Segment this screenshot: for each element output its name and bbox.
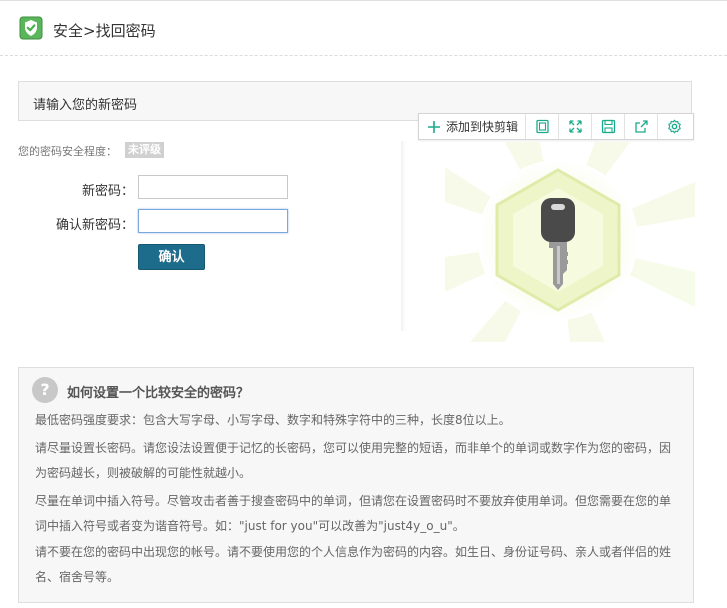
new-password-label: 新密码： (81, 184, 134, 199)
settings-button[interactable] (657, 114, 691, 139)
settings-icon (668, 119, 681, 134)
confirm-password-field[interactable] (138, 209, 288, 233)
tip-item: 尽量在单词中插入符号。尽管攻击者善于搜查密码中的单词，但请您在设置密码时不要放弃… (35, 494, 672, 533)
new-password-field[interactable] (138, 175, 288, 199)
confirm-button[interactable]: 确认 (138, 244, 205, 270)
copy-button[interactable] (525, 114, 559, 139)
divider-shadow (401, 141, 406, 331)
share-icon (635, 120, 648, 133)
copy-icon (536, 119, 549, 134)
clip-toolbar: 添加到快剪辑 (418, 113, 694, 140)
page-title: 安全>找回密码 (53, 22, 156, 40)
tip-item: 请不要在您的密码中出现您的帐号。请不要使用您的个人信息作为密码的内容。如生日、身… (35, 545, 672, 584)
share-button[interactable] (624, 114, 658, 139)
confirm-password-label: 确认新密码： (55, 218, 134, 233)
tip-item: 最低密码强度要求：包含大写字母、小写字母、数字和特殊字符中的三种，长度8位以上。 (35, 413, 511, 427)
strength-label: 您的密码安全程度： (18, 145, 117, 158)
page-header: 安全>找回密码 (0, 1, 727, 56)
strength-badge: 未评级 (125, 142, 164, 158)
expand-icon (569, 120, 582, 133)
key-illustration (445, 142, 695, 342)
tips-title: 如何设置一个比较安全的密码？ (67, 386, 250, 401)
save-icon (601, 119, 616, 134)
save-button[interactable] (591, 114, 625, 139)
add-to-clip-label: 添加到快剪辑 (446, 120, 519, 134)
tip-item: 请尽量设置长密码。请您设法设置便于记忆的长密码，您可以使用完整的短语，而非单个的… (35, 441, 672, 480)
expand-button[interactable] (558, 114, 592, 139)
panel-title: 请输入您的新密码 (33, 98, 138, 113)
shield-check-icon (19, 16, 43, 40)
question-icon: ? (32, 377, 58, 403)
password-tips-box: ? 如何设置一个比较安全的密码？ 最低密码强度要求：包含大写字母、小写字母、数字… (18, 367, 694, 603)
plus-icon (428, 120, 440, 133)
add-to-clip-button[interactable]: 添加到快剪辑 (419, 114, 525, 139)
